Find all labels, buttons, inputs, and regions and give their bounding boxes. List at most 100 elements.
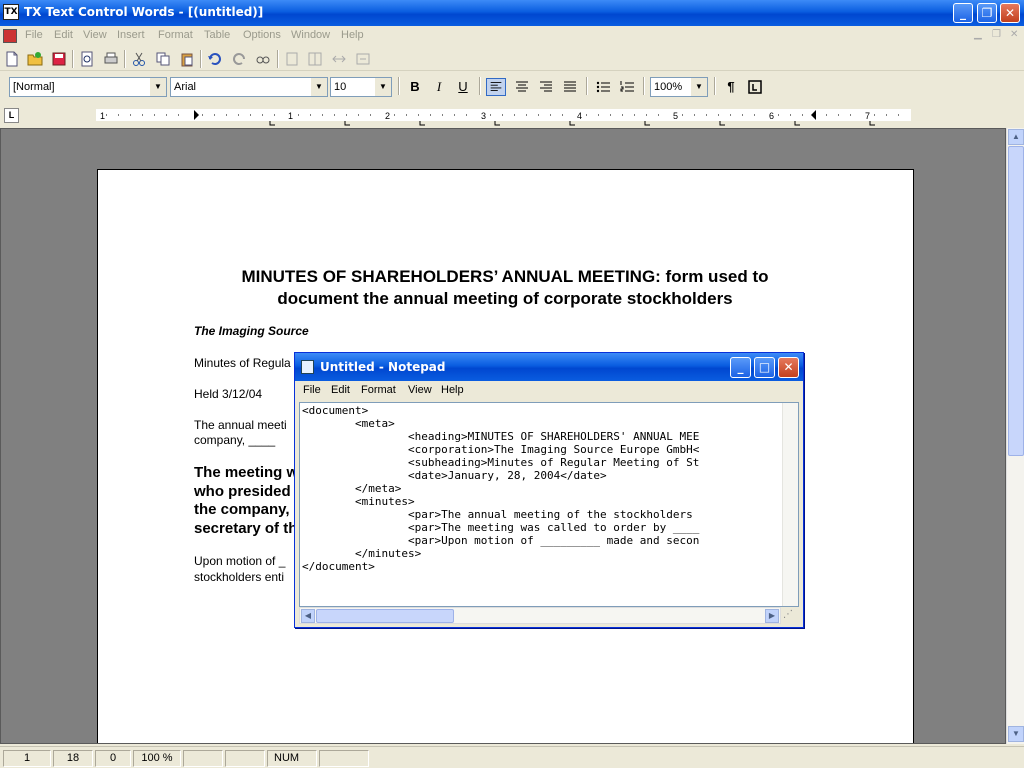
menu-file[interactable]: File xyxy=(25,29,43,41)
redo-icon[interactable] xyxy=(231,51,247,67)
notepad-menu-format[interactable]: Format xyxy=(361,384,396,396)
tab-selector[interactable]: L xyxy=(4,108,19,123)
undo-icon[interactable] xyxy=(207,51,223,67)
bold-button[interactable]: B xyxy=(405,78,425,96)
horizontal-ruler[interactable]: L 1 1 2 3 4 5 6 7 xyxy=(0,102,1024,128)
mdi-minimize-icon[interactable]: ▁ xyxy=(974,29,982,40)
notepad-minimize-button[interactable]: _ xyxy=(730,357,751,378)
menu-options[interactable]: Options xyxy=(243,29,281,41)
document-heading: MINUTES OF SHAREHOLDERS’ ANNUAL MEETING:… xyxy=(241,267,769,308)
chevron-down-icon[interactable]: ▼ xyxy=(311,78,327,96)
chevron-down-icon[interactable]: ▼ xyxy=(691,78,707,96)
notepad-maximize-button[interactable]: □ xyxy=(754,357,775,378)
close-button[interactable]: ✕ xyxy=(1000,3,1020,23)
scroll-left-icon[interactable]: ◀ xyxy=(301,609,315,623)
font-combo[interactable]: Arial ▼ xyxy=(170,77,328,97)
status-page: 1 xyxy=(3,750,51,767)
table-split-icon[interactable] xyxy=(331,51,347,67)
justify-icon[interactable] xyxy=(560,78,580,96)
paragraph-3-line-1: Upon motion of _ xyxy=(194,554,286,568)
table-insert-icon[interactable] xyxy=(284,51,300,67)
save-icon[interactable] xyxy=(51,51,67,67)
paragraph-2-line-1: The meeting w xyxy=(194,464,299,481)
mdi-restore-icon[interactable]: ❐ xyxy=(992,29,1001,40)
notepad-close-button[interactable]: ✕ xyxy=(778,357,799,378)
app-icon: TX xyxy=(3,4,19,20)
notepad-text-area[interactable]: <document> <meta> <heading>MINUTES OF SH… xyxy=(299,402,799,607)
notepad-vertical-scrollbar[interactable] xyxy=(782,403,798,606)
held-date: Held 3/12/04 xyxy=(194,387,263,401)
italic-button[interactable]: I xyxy=(429,78,449,96)
font-size-value: 10 xyxy=(334,81,347,93)
minimize-button[interactable]: _ xyxy=(953,3,973,23)
notepad-menu-help[interactable]: Help xyxy=(441,384,464,396)
notepad-menu-view[interactable]: View xyxy=(408,384,432,396)
notepad-title-bar[interactable]: Untitled - Notepad _ □ ✕ xyxy=(295,353,803,381)
numbered-list-icon[interactable] xyxy=(617,78,637,96)
show-paragraph-marks-button[interactable]: ¶ xyxy=(721,78,741,96)
menu-bar: File Edit View Insert Format Table Optio… xyxy=(0,26,1024,46)
notepad-scroll-thumb[interactable] xyxy=(316,609,454,623)
notepad-window[interactable]: Untitled - Notepad _ □ ✕ File Edit Forma… xyxy=(294,352,804,628)
notepad-content: <document> <meta> <heading>MINUTES OF SH… xyxy=(302,404,700,573)
status-empty-2 xyxy=(225,750,265,767)
print-icon[interactable] xyxy=(103,51,119,67)
align-right-icon[interactable] xyxy=(536,78,556,96)
menu-edit[interactable]: Edit xyxy=(54,29,73,41)
copy-icon[interactable] xyxy=(155,51,171,67)
restore-button[interactable]: ❐ xyxy=(977,3,997,23)
open-folder-icon[interactable] xyxy=(27,51,43,67)
status-num: NUM xyxy=(267,750,317,767)
new-document-icon[interactable] xyxy=(4,51,20,67)
window-title: TX Text Control Words - [(untitled)] xyxy=(24,5,264,19)
zoom-combo[interactable]: 100% ▼ xyxy=(650,77,708,97)
notepad-menu-file[interactable]: File xyxy=(303,384,321,396)
menu-help[interactable]: Help xyxy=(341,29,364,41)
ruler-number: 3 xyxy=(481,111,486,121)
scroll-thumb[interactable] xyxy=(1008,146,1024,456)
paragraph-2-line-2: who presided xyxy=(194,483,291,500)
notepad-horizontal-scrollbar[interactable]: ◀ ▶ xyxy=(299,607,781,624)
resize-grip-icon[interactable]: ⋰ xyxy=(783,609,799,625)
scroll-down-icon[interactable]: ▼ xyxy=(1008,726,1024,742)
table-column-icon[interactable] xyxy=(307,51,323,67)
menu-table[interactable]: Table xyxy=(204,29,230,41)
table-merge-icon[interactable] xyxy=(355,51,371,67)
format-toolbar: [Normal] ▼ Arial ▼ 10 ▼ B I U 100% ▼ ¶ xyxy=(0,74,1024,100)
notepad-menu-bar: File Edit Format View Help xyxy=(295,381,803,401)
status-zoom: 100 % xyxy=(133,750,181,767)
mdi-close-icon[interactable]: ✕ xyxy=(1010,29,1018,40)
paste-icon[interactable] xyxy=(179,51,195,67)
ruler-number: 5 xyxy=(673,111,678,121)
style-combo[interactable]: [Normal] ▼ xyxy=(9,77,167,97)
document-icon[interactable] xyxy=(3,29,17,43)
font-value: Arial xyxy=(174,81,197,93)
menu-insert[interactable]: Insert xyxy=(117,29,145,41)
chevron-down-icon[interactable]: ▼ xyxy=(375,78,391,96)
paragraph-1-line-2: company, ____ xyxy=(194,433,276,447)
font-size-combo[interactable]: 10 ▼ xyxy=(330,77,392,97)
cut-icon[interactable] xyxy=(131,51,147,67)
left-indent-marker[interactable] xyxy=(194,110,199,120)
paragraph-2-line-3: the company, xyxy=(194,501,290,518)
ruler-number: 6 xyxy=(769,111,774,121)
align-center-icon[interactable] xyxy=(512,78,532,96)
vertical-scrollbar[interactable]: ▲ ▼ xyxy=(1006,128,1024,744)
menu-format[interactable]: Format xyxy=(158,29,193,41)
notepad-menu-edit[interactable]: Edit xyxy=(331,384,350,396)
scroll-right-icon[interactable]: ▶ xyxy=(765,609,779,623)
chevron-down-icon[interactable]: ▼ xyxy=(150,78,166,96)
print-preview-icon[interactable] xyxy=(79,51,95,67)
right-indent-marker[interactable] xyxy=(811,110,816,120)
text-frame-icon[interactable] xyxy=(745,78,765,96)
bullet-list-icon[interactable] xyxy=(593,78,613,96)
ruler-number: 7 xyxy=(865,111,870,121)
main-title-bar[interactable]: TX TX Text Control Words - [(untitled)] … xyxy=(0,0,1024,26)
find-icon[interactable] xyxy=(255,51,271,67)
menu-window[interactable]: Window xyxy=(291,29,330,41)
scroll-up-icon[interactable]: ▲ xyxy=(1008,129,1024,145)
underline-button[interactable]: U xyxy=(453,78,473,96)
align-left-icon[interactable] xyxy=(486,78,506,96)
menu-view[interactable]: View xyxy=(83,29,107,41)
paragraph-2-line-4: secretary of th xyxy=(194,520,298,537)
